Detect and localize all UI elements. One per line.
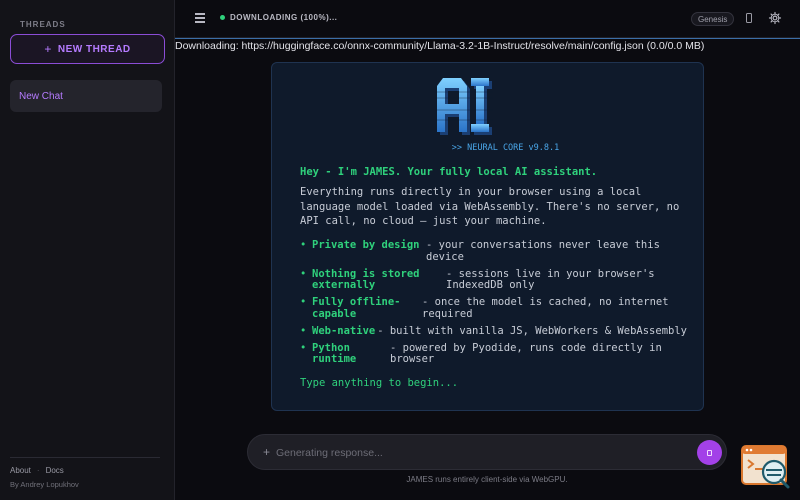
disclaimer-text: JAMES runs entirely client-side via WebG… (406, 475, 568, 484)
gear-icon[interactable] (768, 11, 782, 25)
topbar: DOWNLOADING (100%)... Genesis (175, 0, 800, 38)
feature-title: Fully offline-capable (312, 296, 401, 320)
ai-logo (435, 78, 493, 135)
feature-item: • Nothing is stored externally - session… (300, 267, 690, 292)
feature-title: Private by design (312, 239, 420, 251)
download-log: Downloading: https://huggingface.co/onnx… (175, 40, 705, 52)
attach-plus-icon[interactable]: + (263, 445, 270, 459)
download-status: DOWNLOADING (100%)... (220, 13, 337, 22)
prompt-hint: Type anything to begin... (300, 377, 459, 389)
docs-link[interactable]: Docs (46, 466, 64, 475)
message-composer: + (247, 434, 727, 470)
bullet-icon: • (300, 341, 307, 354)
feature-item: • Web-native - built with vanilla JS, We… (300, 324, 690, 338)
about-link[interactable]: About (10, 466, 31, 475)
menu-icon[interactable] (195, 13, 205, 23)
status-text: DOWNLOADING (100%)... (230, 13, 338, 22)
feature-desc: - powered by Pyodide, runs code directly… (390, 341, 662, 365)
feature-list: • Private by design - your conversations… (300, 239, 690, 371)
bullet-icon: • (300, 267, 307, 280)
version-label: >> NEURAL CORE v9.8.1 (451, 143, 560, 153)
feature-desc: - your conversations never leave this de… (426, 239, 660, 263)
bullet-icon: • (300, 296, 307, 308)
status-dot-icon (220, 15, 225, 20)
feature-desc: - built with vanilla JS, WebWorkers & We… (377, 324, 687, 337)
message-input[interactable] (276, 443, 676, 463)
model-badge[interactable]: Genesis (691, 12, 735, 26)
feature-item: • Fully offline-capable - once the model… (300, 296, 690, 320)
assistant-widget-icon[interactable] (741, 445, 791, 489)
progress-line (175, 38, 800, 39)
feature-title: Python runtime (312, 341, 357, 365)
feature-title: Nothing is stored externally (312, 267, 420, 291)
stop-icon (707, 449, 712, 456)
thread-item-label: New Chat (19, 90, 63, 102)
phone-icon[interactable] (746, 13, 752, 23)
feature-item: • Python runtime - powered by Pyodide, r… (300, 341, 690, 366)
feature-desc: - once the model is cached, no internet … (422, 296, 669, 320)
stop-button[interactable] (697, 440, 722, 465)
thread-item-new-chat[interactable]: New Chat (10, 80, 162, 112)
new-thread-button[interactable]: + NEW THREAD (10, 34, 165, 64)
author-credit: By Andrey Lopukhov (10, 480, 79, 489)
sidebar: THREADS + NEW THREAD New Chat About · Do… (0, 0, 175, 500)
greeting-text: Hey - I'm JAMES. Your fully local AI ass… (300, 166, 598, 178)
feature-item: • Private by design - your conversations… (300, 239, 690, 263)
new-thread-label: NEW THREAD (57, 43, 131, 55)
threads-heading: THREADS (20, 20, 66, 29)
bullet-icon: • (300, 239, 307, 251)
feature-title: Web-native (312, 324, 376, 337)
plus-icon: + (44, 42, 52, 56)
sidebar-footer: About · Docs By Andrey Lopukhov (10, 457, 160, 489)
intro-text: Everything runs directly in your browser… (300, 186, 680, 227)
feature-desc: - sessions live in your browser's Indexe… (446, 267, 655, 291)
welcome-card: >> NEURAL CORE v9.8.1 Hey - I'm JAMES. Y… (271, 62, 704, 411)
bullet-icon: • (300, 324, 307, 337)
separator-dot: · (36, 466, 40, 475)
